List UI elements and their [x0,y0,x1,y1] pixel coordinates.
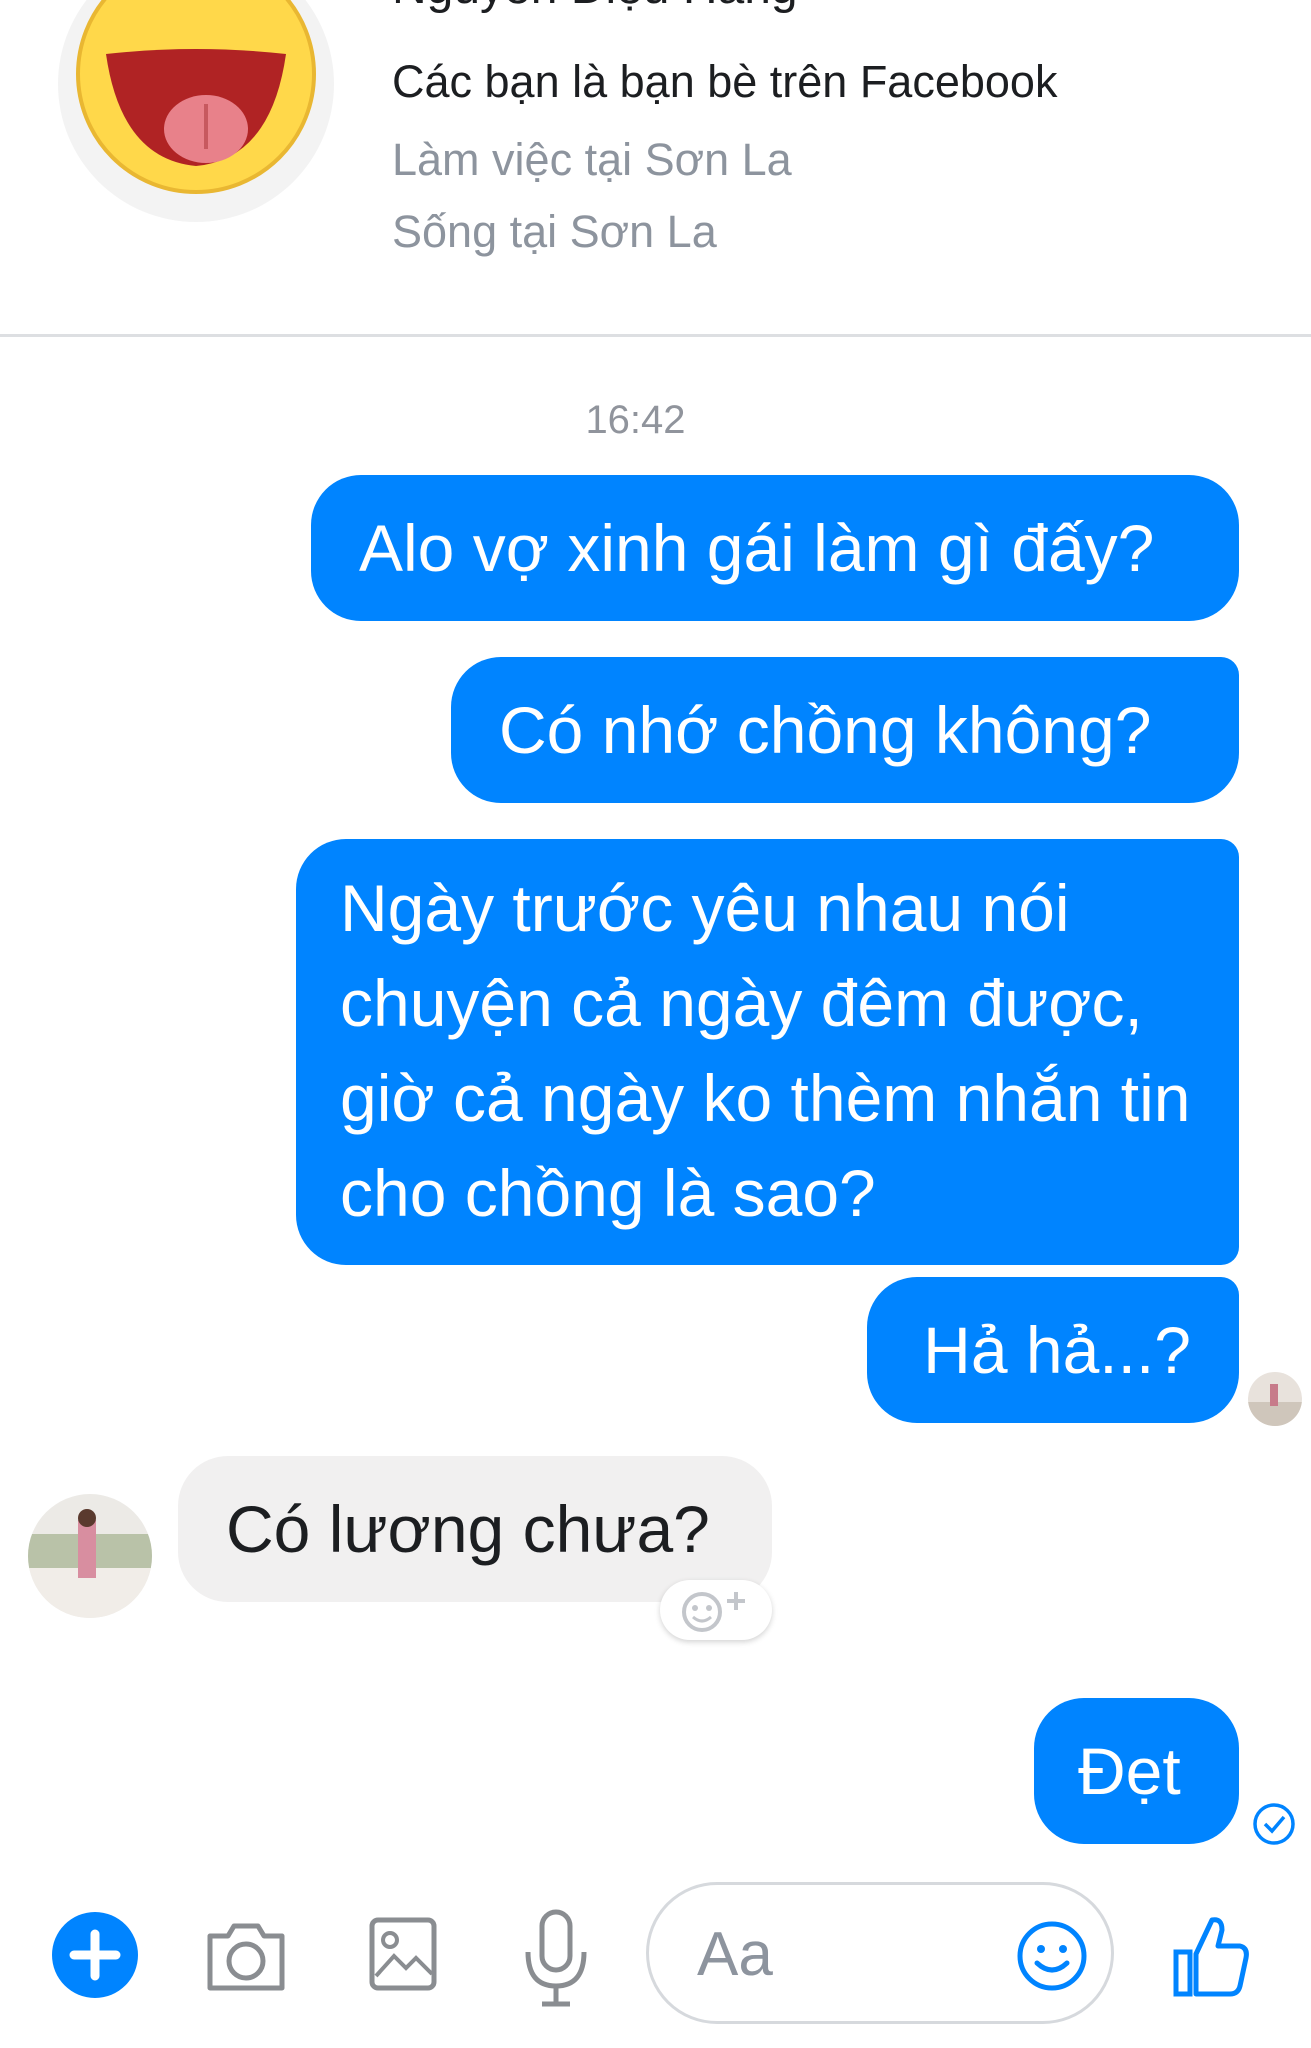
profile-header: Nguyễn Diệu Hằng Các bạn là bạn bè trên … [0,0,1311,336]
add-reaction-icon [682,1592,745,1632]
image-button[interactable] [368,1916,438,1992]
laughing-emoji-icon [58,0,334,222]
like-button[interactable] [1172,1912,1250,1998]
message-timestamp: 16:42 [585,398,686,442]
microphone-button[interactable] [520,1906,592,2010]
work-info: Làm việc tại Sơn La [392,134,792,185]
profile-name: Nguyễn Diệu Hằng [392,0,798,15]
camera-button[interactable] [204,1918,288,1994]
plus-icon [69,1929,121,1981]
input-placeholder: Aa [697,1920,773,1989]
plus-button[interactable] [52,1912,138,1998]
thumbs-up-icon [1173,1917,1249,1997]
friend-status: Các bạn là bạn bè trên Facebook [392,56,1058,107]
emoji-icon [1017,1921,1087,1991]
outgoing-message[interactable]: Ngày trước yêu nhau nói chuyện cả ngày đ… [296,839,1239,1265]
composer-bar: Aa [0,1860,1311,2048]
friend-avatar[interactable] [28,1494,152,1618]
add-reaction-button[interactable] [660,1580,772,1640]
camera-icon [207,1923,285,1991]
header-divider [0,334,1311,337]
profile-avatar[interactable] [56,0,336,224]
image-icon [369,1917,437,1991]
location-info: Sống tại Sơn La [392,206,717,257]
microphone-icon [525,1909,587,2007]
outgoing-message[interactable]: Alo vợ xinh gái làm gì đấy? [311,475,1239,621]
emoji-button[interactable] [1015,1919,1089,1993]
message-input[interactable]: Aa [646,1882,1114,2024]
seen-avatar [1248,1372,1302,1426]
sent-check-icon [1252,1802,1296,1846]
outgoing-message[interactable]: Hả hả...? [867,1277,1239,1423]
outgoing-message[interactable]: Có nhớ chồng không? [451,657,1239,803]
outgoing-message[interactable]: Đẹt [1034,1698,1239,1844]
